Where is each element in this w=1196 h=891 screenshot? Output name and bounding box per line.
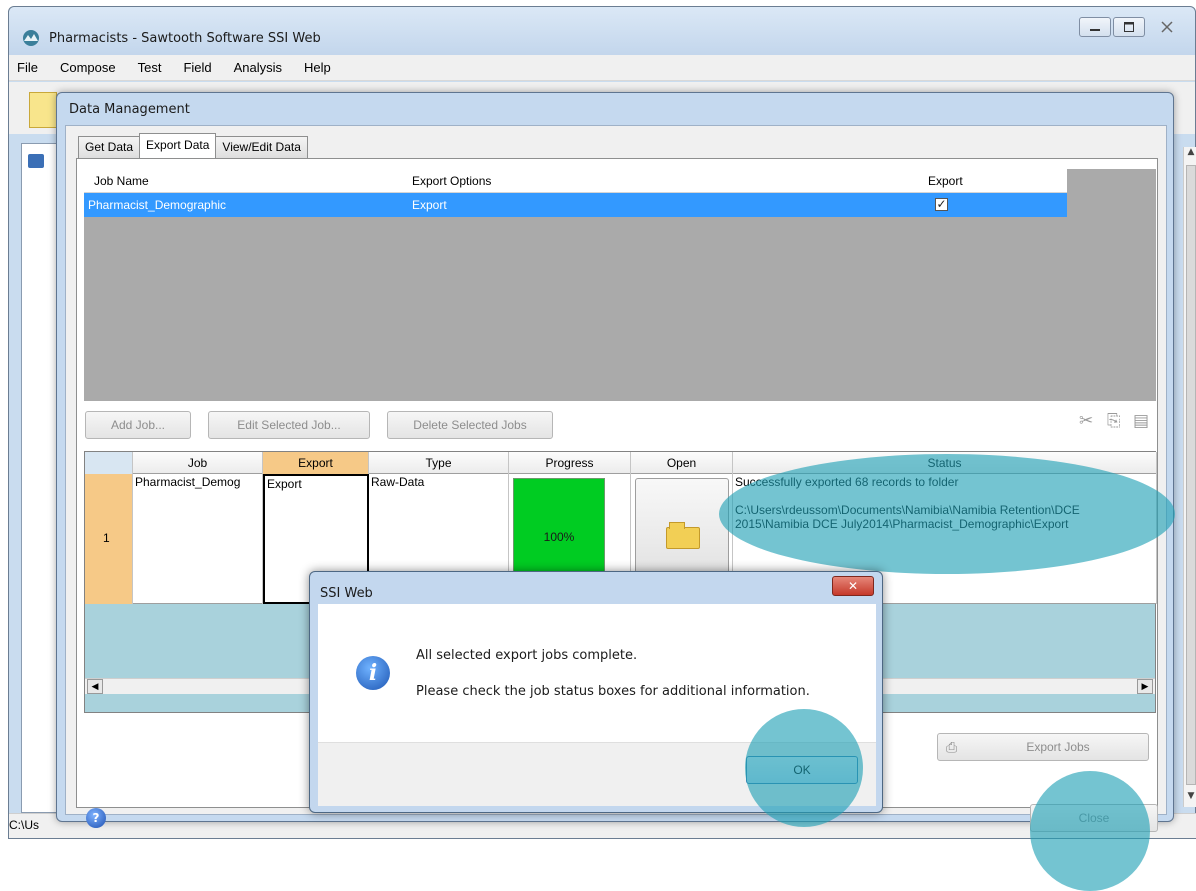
scroll-down-arrow-icon[interactable]: ▼ xyxy=(1184,791,1196,807)
column-export[interactable]: Export xyxy=(928,174,963,188)
menu-test[interactable]: Test xyxy=(138,60,162,75)
menu-file[interactable]: File xyxy=(17,60,38,75)
message-footer: OK xyxy=(318,742,876,806)
tab-view-edit-data[interactable]: View/Edit Data xyxy=(215,136,308,158)
jobs-table-header: Job Name Export Options Export xyxy=(84,169,1067,193)
message-line-2: Please check the job status boxes for ad… xyxy=(416,684,810,699)
maximize-icon xyxy=(1124,22,1134,32)
export-jobs-button[interactable]: ⎙ Export Jobs xyxy=(937,733,1149,761)
column-status[interactable]: Status xyxy=(733,452,1157,474)
menu-help[interactable]: Help xyxy=(304,60,331,75)
app-logo-icon xyxy=(23,30,39,46)
scroll-left-arrow-icon[interactable]: ◀ xyxy=(87,679,103,694)
window-close-button[interactable] xyxy=(1147,17,1187,37)
project-tree-panel[interactable] xyxy=(21,143,61,813)
copy-icon[interactable]: ⎘ xyxy=(1107,411,1121,431)
column-job-name[interactable]: Job Name xyxy=(94,174,149,188)
column-open[interactable]: Open xyxy=(631,452,733,474)
scroll-up-arrow-icon[interactable]: ▲ xyxy=(1184,147,1196,163)
maximize-button[interactable] xyxy=(1113,17,1145,37)
tab-strip: Get Data Export Data View/Edit Data xyxy=(78,133,308,158)
tab-export-data[interactable]: Export Data xyxy=(139,133,217,158)
scroll-right-arrow-icon[interactable]: ▶ xyxy=(1137,679,1153,694)
new-document-icon[interactable] xyxy=(29,92,57,128)
close-button[interactable]: Close xyxy=(1030,804,1158,832)
menu-analysis[interactable]: Analysis xyxy=(234,60,282,75)
job-name-cell: Pharmacist_Demographic xyxy=(88,198,227,212)
export-checkbox[interactable]: ✓ xyxy=(935,198,948,211)
status-path: C:\Us xyxy=(9,818,39,832)
message-line-1: All selected export jobs complete. xyxy=(416,648,638,663)
cut-icon[interactable]: ✂ xyxy=(1079,411,1093,431)
status-path: C:\Users\rdeussom\Documents\Namibia\Nami… xyxy=(735,503,1080,531)
info-icon: i xyxy=(356,656,390,690)
column-type[interactable]: Type xyxy=(369,452,509,474)
ssi-web-message-dialog: SSI Web ✕ i All selected export jobs com… xyxy=(309,571,883,813)
scroll-thumb[interactable] xyxy=(1186,165,1196,785)
row-number[interactable]: 1 xyxy=(85,474,133,604)
menu-field[interactable]: Field xyxy=(183,60,211,75)
jobs-table: Job Name Export Options Export Pharmacis… xyxy=(84,169,1156,401)
column-export-header[interactable]: Export xyxy=(263,452,369,474)
export-grid-header: Job Export Type Progress Open Status xyxy=(85,452,1157,474)
main-title-bar: Pharmacists - Sawtooth Software SSI Web xyxy=(9,7,1195,55)
edit-selected-job-button[interactable]: Edit Selected Job... xyxy=(208,411,370,439)
dialog-title: Data Management xyxy=(69,102,190,117)
grid-corner[interactable] xyxy=(85,452,133,474)
project-icon xyxy=(28,154,44,168)
minimize-button[interactable] xyxy=(1079,17,1111,37)
message-dialog-title: SSI Web xyxy=(320,586,373,601)
tab-get-data[interactable]: Get Data xyxy=(78,136,141,158)
message-close-button[interactable]: ✕ xyxy=(832,576,874,596)
export-jobs-label: Export Jobs xyxy=(1026,740,1090,754)
paste-icon[interactable]: ▤ xyxy=(1133,411,1149,431)
ok-button[interactable]: OK xyxy=(746,756,858,784)
close-icon xyxy=(1161,21,1173,33)
folder-icon xyxy=(666,522,700,549)
status-message: Successfully exported 68 records to fold… xyxy=(735,475,959,489)
export-jobs-icon: ⎙ xyxy=(946,739,958,755)
table-row[interactable]: Pharmacist_Demographic Export ✓ xyxy=(84,193,1067,217)
message-body: i All selected export jobs complete. Ple… xyxy=(318,604,876,806)
menu-compose[interactable]: Compose xyxy=(60,60,116,75)
export-options-cell[interactable]: Export xyxy=(412,198,447,212)
column-export-options[interactable]: Export Options xyxy=(412,174,491,188)
main-vertical-scrollbar[interactable]: ▲ ▼ xyxy=(1183,147,1196,807)
delete-selected-jobs-button[interactable]: Delete Selected Jobs xyxy=(387,411,553,439)
minimize-icon xyxy=(1090,29,1100,31)
column-job[interactable]: Job xyxy=(133,452,263,474)
job-cell[interactable]: Pharmacist_Demog xyxy=(133,474,263,604)
window-title: Pharmacists - Sawtooth Software SSI Web xyxy=(49,31,321,46)
column-progress[interactable]: Progress xyxy=(509,452,631,474)
add-job-button[interactable]: Add Job... xyxy=(85,411,191,439)
progress-label: 100% xyxy=(543,530,575,544)
menu-bar: File Compose Test Field Analysis Help xyxy=(9,55,1195,81)
help-button[interactable]: ? xyxy=(86,808,106,828)
